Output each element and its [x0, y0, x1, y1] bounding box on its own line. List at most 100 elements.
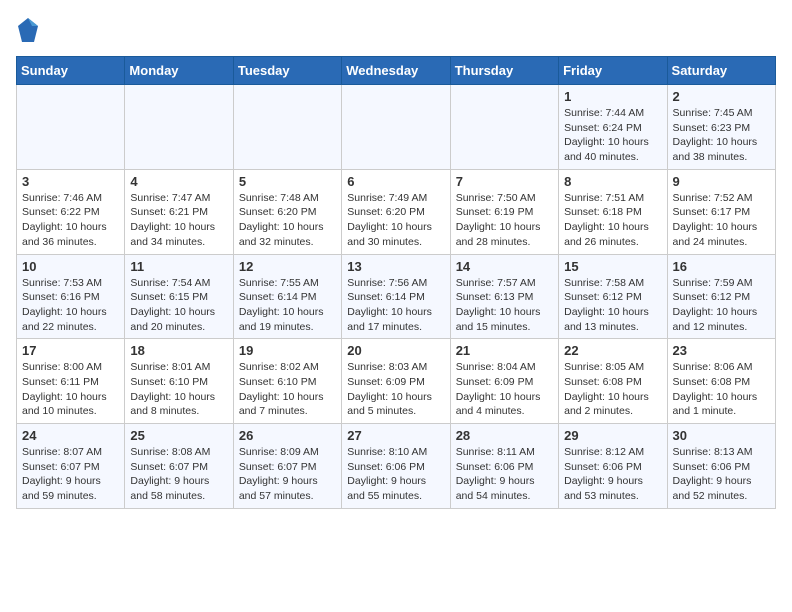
day-number: 25: [130, 428, 227, 443]
calendar-cell: [233, 85, 341, 170]
day-number: 24: [22, 428, 119, 443]
day-number: 6: [347, 174, 444, 189]
logo: [16, 16, 44, 44]
day-info: Sunrise: 8:06 AM Sunset: 6:08 PM Dayligh…: [673, 360, 770, 419]
day-number: 9: [673, 174, 770, 189]
day-info: Sunrise: 7:44 AM Sunset: 6:24 PM Dayligh…: [564, 106, 661, 165]
day-number: 3: [22, 174, 119, 189]
calendar-cell: 7 Sunrise: 7:50 AM Sunset: 6:19 PM Daylig…: [450, 169, 558, 254]
day-info: Sunrise: 7:46 AM Sunset: 6:22 PM Dayligh…: [22, 191, 119, 250]
calendar-cell: 30 Sunrise: 8:13 AM Sunset: 6:06 PM Dayli…: [667, 424, 775, 509]
weekday-header-tuesday: Tuesday: [233, 57, 341, 85]
day-number: 1: [564, 89, 661, 104]
calendar-cell: 18 Sunrise: 8:01 AM Sunset: 6:10 PM Dayli…: [125, 339, 233, 424]
calendar-cell: 23 Sunrise: 8:06 AM Sunset: 6:08 PM Dayli…: [667, 339, 775, 424]
day-info: Sunrise: 7:47 AM Sunset: 6:21 PM Dayligh…: [130, 191, 227, 250]
day-number: 28: [456, 428, 553, 443]
calendar-table: SundayMondayTuesdayWednesdayThursdayFrid…: [16, 56, 776, 509]
day-info: Sunrise: 7:51 AM Sunset: 6:18 PM Dayligh…: [564, 191, 661, 250]
calendar-cell: 20 Sunrise: 8:03 AM Sunset: 6:09 PM Dayli…: [342, 339, 450, 424]
day-info: Sunrise: 7:59 AM Sunset: 6:12 PM Dayligh…: [673, 276, 770, 335]
day-info: Sunrise: 7:49 AM Sunset: 6:20 PM Dayligh…: [347, 191, 444, 250]
calendar-cell: 25 Sunrise: 8:08 AM Sunset: 6:07 PM Dayli…: [125, 424, 233, 509]
calendar-cell: [125, 85, 233, 170]
weekday-header-wednesday: Wednesday: [342, 57, 450, 85]
calendar-cell: 5 Sunrise: 7:48 AM Sunset: 6:20 PM Daylig…: [233, 169, 341, 254]
calendar-cell: 3 Sunrise: 7:46 AM Sunset: 6:22 PM Daylig…: [17, 169, 125, 254]
calendar-cell: 1 Sunrise: 7:44 AM Sunset: 6:24 PM Daylig…: [559, 85, 667, 170]
day-info: Sunrise: 8:11 AM Sunset: 6:06 PM Dayligh…: [456, 445, 553, 504]
day-info: Sunrise: 8:10 AM Sunset: 6:06 PM Dayligh…: [347, 445, 444, 504]
calendar-week-row: 24 Sunrise: 8:07 AM Sunset: 6:07 PM Dayli…: [17, 424, 776, 509]
day-info: Sunrise: 8:09 AM Sunset: 6:07 PM Dayligh…: [239, 445, 336, 504]
day-info: Sunrise: 8:05 AM Sunset: 6:08 PM Dayligh…: [564, 360, 661, 419]
day-number: 18: [130, 343, 227, 358]
day-info: Sunrise: 8:00 AM Sunset: 6:11 PM Dayligh…: [22, 360, 119, 419]
day-number: 14: [456, 259, 553, 274]
day-info: Sunrise: 7:45 AM Sunset: 6:23 PM Dayligh…: [673, 106, 770, 165]
calendar-cell: 12 Sunrise: 7:55 AM Sunset: 6:14 PM Dayli…: [233, 254, 341, 339]
day-number: 13: [347, 259, 444, 274]
calendar-cell: [17, 85, 125, 170]
weekday-header-monday: Monday: [125, 57, 233, 85]
day-info: Sunrise: 8:08 AM Sunset: 6:07 PM Dayligh…: [130, 445, 227, 504]
day-number: 4: [130, 174, 227, 189]
calendar-cell: 15Sunrise: 7:58 AM Sunset: 6:12 PM Dayli…: [559, 254, 667, 339]
weekday-header-sunday: Sunday: [17, 57, 125, 85]
calendar-cell: 27Sunrise: 8:10 AM Sunset: 6:06 PM Dayli…: [342, 424, 450, 509]
calendar-cell: 10 Sunrise: 7:53 AM Sunset: 6:16 PM Dayli…: [17, 254, 125, 339]
day-number: 12: [239, 259, 336, 274]
calendar-cell: 8 Sunrise: 7:51 AM Sunset: 6:18 PM Daylig…: [559, 169, 667, 254]
calendar-cell: 28 Sunrise: 8:11 AM Sunset: 6:06 PM Dayli…: [450, 424, 558, 509]
day-number: 7: [456, 174, 553, 189]
calendar-cell: 24 Sunrise: 8:07 AM Sunset: 6:07 PM Dayli…: [17, 424, 125, 509]
weekday-header-friday: Friday: [559, 57, 667, 85]
day-number: 26: [239, 428, 336, 443]
day-info: Sunrise: 8:13 AM Sunset: 6:06 PM Dayligh…: [673, 445, 770, 504]
calendar-cell: 6 Sunrise: 7:49 AM Sunset: 6:20 PM Daylig…: [342, 169, 450, 254]
day-number: 2: [673, 89, 770, 104]
day-number: 10: [22, 259, 119, 274]
day-info: Sunrise: 7:58 AM Sunset: 6:12 PM Dayligh…: [564, 276, 661, 335]
calendar-cell: [450, 85, 558, 170]
weekday-header-thursday: Thursday: [450, 57, 558, 85]
calendar-cell: 16 Sunrise: 7:59 AM Sunset: 6:12 PM Dayli…: [667, 254, 775, 339]
calendar-week-row: 17 Sunrise: 8:00 AM Sunset: 6:11 PM Dayli…: [17, 339, 776, 424]
calendar-cell: 13Sunrise: 7:56 AM Sunset: 6:14 PM Dayli…: [342, 254, 450, 339]
calendar-cell: 17 Sunrise: 8:00 AM Sunset: 6:11 PM Dayli…: [17, 339, 125, 424]
day-info: Sunrise: 7:48 AM Sunset: 6:20 PM Dayligh…: [239, 191, 336, 250]
day-number: 19: [239, 343, 336, 358]
calendar-week-row: 10 Sunrise: 7:53 AM Sunset: 6:16 PM Dayli…: [17, 254, 776, 339]
day-number: 11: [130, 259, 227, 274]
calendar-cell: 26 Sunrise: 8:09 AM Sunset: 6:07 PM Dayli…: [233, 424, 341, 509]
day-number: 20: [347, 343, 444, 358]
day-info: Sunrise: 8:04 AM Sunset: 6:09 PM Dayligh…: [456, 360, 553, 419]
day-number: 30: [673, 428, 770, 443]
header: [16, 16, 776, 44]
day-info: Sunrise: 7:53 AM Sunset: 6:16 PM Dayligh…: [22, 276, 119, 335]
day-number: 17: [22, 343, 119, 358]
day-number: 29: [564, 428, 661, 443]
calendar-cell: 21Sunrise: 8:04 AM Sunset: 6:09 PM Dayli…: [450, 339, 558, 424]
calendar-cell: 19Sunrise: 8:02 AM Sunset: 6:10 PM Dayli…: [233, 339, 341, 424]
calendar-cell: 11Sunrise: 7:54 AM Sunset: 6:15 PM Dayli…: [125, 254, 233, 339]
day-number: 23: [673, 343, 770, 358]
day-info: Sunrise: 8:03 AM Sunset: 6:09 PM Dayligh…: [347, 360, 444, 419]
day-info: Sunrise: 7:55 AM Sunset: 6:14 PM Dayligh…: [239, 276, 336, 335]
day-info: Sunrise: 8:01 AM Sunset: 6:10 PM Dayligh…: [130, 360, 227, 419]
day-number: 8: [564, 174, 661, 189]
calendar-cell: 29Sunrise: 8:12 AM Sunset: 6:06 PM Dayli…: [559, 424, 667, 509]
day-info: Sunrise: 7:52 AM Sunset: 6:17 PM Dayligh…: [673, 191, 770, 250]
day-number: 22: [564, 343, 661, 358]
calendar-cell: 14Sunrise: 7:57 AM Sunset: 6:13 PM Dayli…: [450, 254, 558, 339]
day-number: 5: [239, 174, 336, 189]
day-info: Sunrise: 7:50 AM Sunset: 6:19 PM Dayligh…: [456, 191, 553, 250]
calendar-cell: 4 Sunrise: 7:47 AM Sunset: 6:21 PM Daylig…: [125, 169, 233, 254]
calendar-week-row: 1 Sunrise: 7:44 AM Sunset: 6:24 PM Daylig…: [17, 85, 776, 170]
weekday-header-row: SundayMondayTuesdayWednesdayThursdayFrid…: [17, 57, 776, 85]
calendar-cell: 9 Sunrise: 7:52 AM Sunset: 6:17 PM Daylig…: [667, 169, 775, 254]
day-number: 16: [673, 259, 770, 274]
calendar-week-row: 3 Sunrise: 7:46 AM Sunset: 6:22 PM Daylig…: [17, 169, 776, 254]
day-info: Sunrise: 8:07 AM Sunset: 6:07 PM Dayligh…: [22, 445, 119, 504]
calendar-cell: 22 Sunrise: 8:05 AM Sunset: 6:08 PM Dayli…: [559, 339, 667, 424]
